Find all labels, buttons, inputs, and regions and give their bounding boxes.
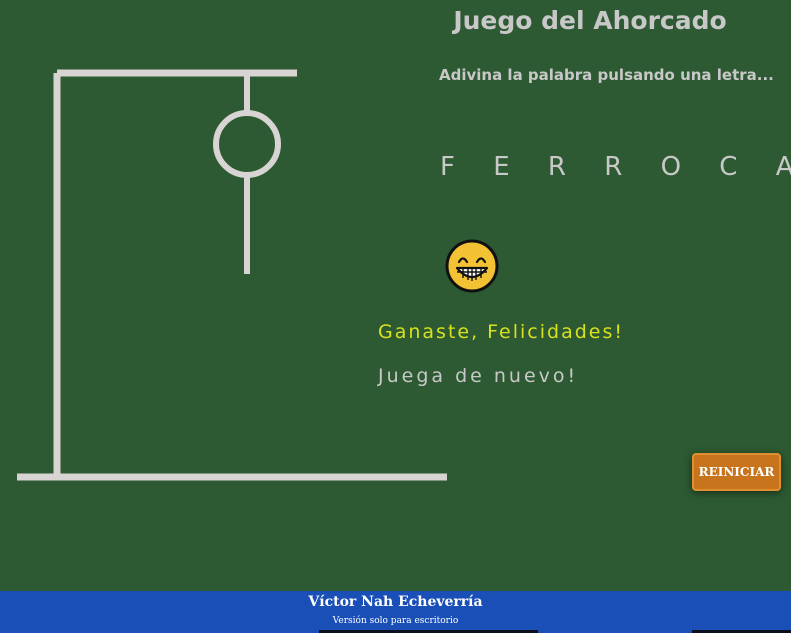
footer-author: Víctor Nah Echeverría bbox=[308, 594, 483, 610]
result-message: Ganaste, Felicidades! bbox=[378, 321, 624, 343]
instruction-text: Adivina la palabra pulsando una letra... bbox=[439, 66, 774, 84]
gallows-svg bbox=[17, 69, 447, 481]
footer-note: Versión solo para escritorio bbox=[332, 616, 459, 626]
grinning-face-icon bbox=[444, 238, 500, 299]
page-title: Juego del Ahorcado bbox=[453, 6, 727, 35]
reset-button[interactable]: REINICIAR bbox=[692, 453, 781, 491]
play-again-text: Juega de nuevo! bbox=[378, 365, 579, 387]
game-stage: Juego del Ahorcado Adivina la palabra pu… bbox=[0, 0, 791, 633]
word-display: F E R R O C A R R I L bbox=[440, 152, 791, 182]
footer: Víctor Nah Echeverría Versión solo para … bbox=[0, 591, 791, 633]
hangman-head bbox=[213, 110, 281, 178]
